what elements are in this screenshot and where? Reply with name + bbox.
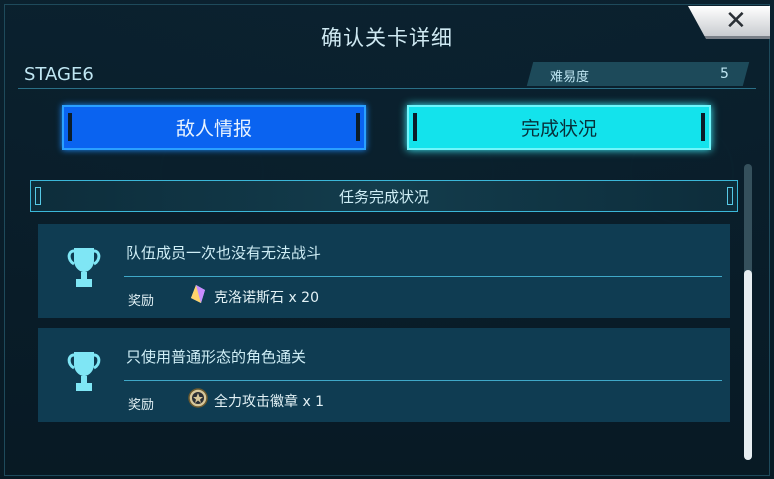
mission-title: 队伍成员一次也没有无法战斗 xyxy=(126,244,322,262)
reward-label: 奖励 xyxy=(128,294,155,309)
scrollbar-thumb[interactable] xyxy=(744,270,752,460)
mission-title: 只使用普通形态的角色通关 xyxy=(126,348,307,366)
mission-divider xyxy=(124,276,722,277)
close-icon: ✕ xyxy=(725,6,747,36)
mission-item: 只使用普通形态的角色通关 奖励 全力攻击徽章 x 1 xyxy=(38,328,730,422)
mission-divider xyxy=(124,380,722,381)
dialog-title: 确认关卡详细 xyxy=(321,26,453,50)
difficulty-label: 难易度 xyxy=(550,70,590,85)
reward-label: 奖励 xyxy=(128,398,155,413)
mission-item: 队伍成员一次也没有无法战斗 奖励 克洛诺斯石 x 20 xyxy=(38,224,730,318)
section-title: 任务完成状况 xyxy=(338,188,429,206)
reward-item-text: 全力攻击徽章 x 1 xyxy=(214,394,325,410)
section-cap-right xyxy=(727,187,733,205)
tab-enemy-info[interactable]: 敌人情报 xyxy=(62,105,366,150)
section-header: 任务完成状况 xyxy=(30,180,738,212)
crystal-icon xyxy=(191,285,205,303)
tab-completion-status[interactable]: 完成状况 xyxy=(407,105,711,150)
difficulty-value: 5 xyxy=(720,66,729,82)
medal-icon xyxy=(188,388,208,408)
stage-detail-dialog: 确认关卡详细 ✕ STAGE6 难易度 5 敌人情报 完成状况 任务完成状况 队… xyxy=(0,0,774,479)
tab-completion-status-label: 完成状况 xyxy=(520,118,597,140)
reward-item-text: 克洛诺斯石 x 20 xyxy=(214,290,319,306)
trophy-icon xyxy=(67,248,101,287)
trophy-icon xyxy=(67,352,101,391)
tab-enemy-info-label: 敌人情报 xyxy=(175,118,252,140)
stage-label: STAGE6 xyxy=(24,64,94,85)
